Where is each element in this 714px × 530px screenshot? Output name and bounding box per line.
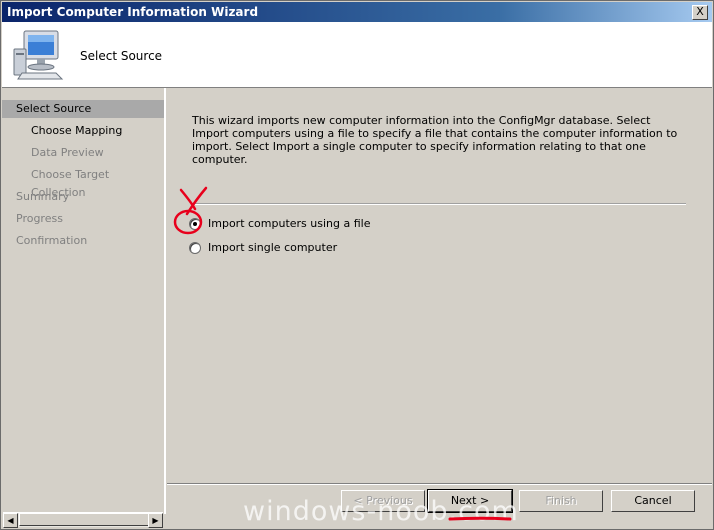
cancel-button[interactable]: Cancel [611, 490, 695, 512]
finish-button: Finish [519, 490, 603, 512]
watermark: windows-noob.com [243, 496, 519, 527]
sidebar-item-data-preview: Data Preview [31, 146, 104, 159]
title-bar[interactable]: Import Computer Information Wizard X [2, 2, 712, 22]
wizard-description: This wizard imports new computer informa… [192, 114, 678, 166]
radio-button-selected[interactable] [189, 218, 201, 230]
sidebar-item-confirmation: Confirmation [16, 234, 88, 247]
sidebar-item-choose-target-collection: Choose Target Collection [31, 168, 110, 199]
sidebar-item-summary: Summary [16, 190, 70, 203]
wizard-content: This wizard imports new computer informa… [167, 88, 712, 483]
horizontal-scrollbar[interactable]: ◀ ▶ [3, 512, 163, 528]
import-single-option[interactable]: Import single computer [189, 240, 337, 256]
sidebar-item-choose-mapping[interactable]: Choose Mapping [2, 122, 164, 140]
scroll-right-icon[interactable]: ▶ [148, 513, 163, 528]
page-title: Select Source [80, 49, 163, 63]
scroll-thumb[interactable] [19, 513, 149, 526]
footer-separator [167, 483, 712, 485]
window-title: Import Computer Information Wizard [7, 5, 259, 19]
sidebar-item-progress: Progress [16, 212, 63, 225]
import-file-option[interactable]: Import computers using a file [189, 216, 370, 232]
wizard-header: Select Source [2, 22, 712, 88]
import-file-label[interactable]: Import computers using a file [208, 217, 370, 230]
content-separator [192, 203, 686, 205]
radio-button[interactable] [189, 242, 201, 254]
wizard-window: Import Computer Information Wizard X Sel… [0, 0, 714, 530]
computer-monitor-icon [13, 30, 64, 80]
close-button[interactable]: X [692, 5, 708, 20]
sidebar-item-select-source[interactable]: Select Source [2, 100, 164, 118]
import-single-label[interactable]: Import single computer [208, 241, 337, 254]
wizard-steps: Select Source Choose Mapping Data Previe… [2, 88, 166, 514]
scroll-left-icon[interactable]: ◀ [3, 513, 18, 528]
